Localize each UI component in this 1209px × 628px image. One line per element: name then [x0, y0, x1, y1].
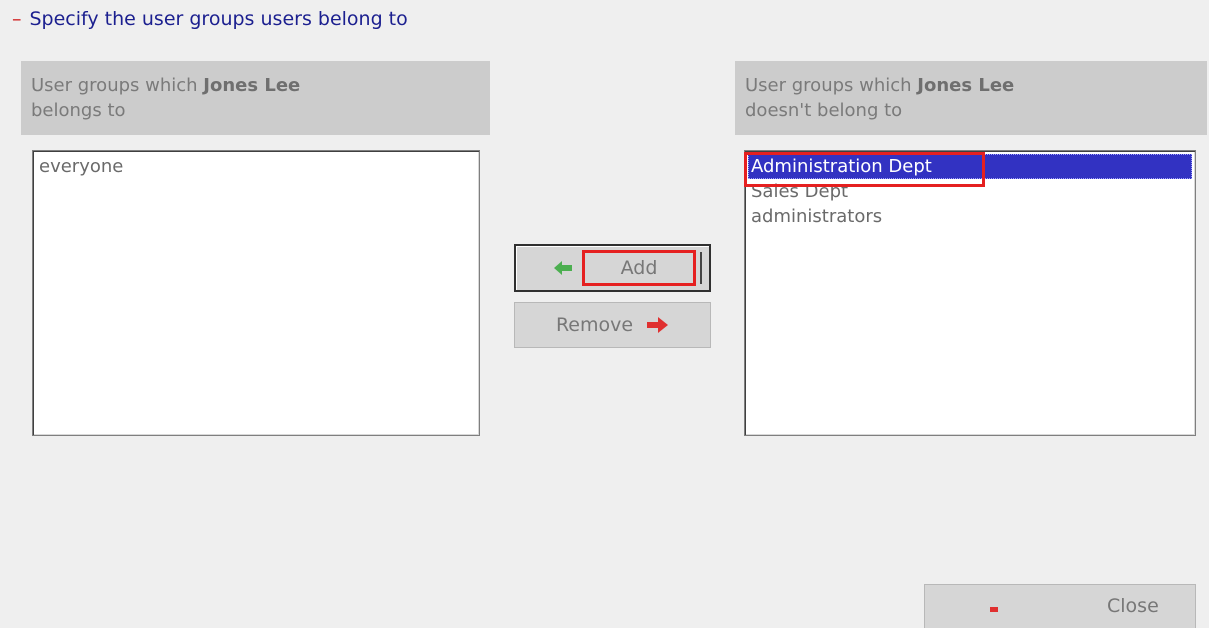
add-button[interactable]: Add	[514, 244, 711, 292]
nonmember-groups-header: User groups which Jones Lee doesn't belo…	[735, 61, 1207, 135]
section-title-text: Specify the user groups users belong to	[29, 8, 408, 30]
member-groups-header-suffix: belongs to	[31, 100, 126, 121]
nonmember-groups-listbox[interactable]: Administration Dept Sales Dept administr…	[744, 150, 1196, 436]
list-item-selected[interactable]: Administration Dept	[748, 154, 1192, 179]
list-item[interactable]: everyone	[36, 154, 476, 179]
section-title[interactable]: – Specify the user groups users belong to	[12, 8, 408, 30]
member-groups-header-prefix: User groups which	[31, 75, 204, 96]
remove-button[interactable]: Remove	[514, 302, 711, 348]
close-button-label: Close	[1107, 595, 1159, 617]
minus-icon	[990, 607, 998, 612]
nonmember-groups-header-suffix: doesn't belong to	[745, 100, 903, 121]
add-button-divider	[700, 252, 702, 284]
list-item[interactable]: Sales Dept	[748, 179, 1192, 204]
list-item[interactable]: administrators	[748, 204, 1192, 229]
add-button-label: Add	[620, 257, 658, 279]
member-groups-listbox[interactable]: everyone	[32, 150, 480, 436]
member-groups-header: User groups which Jones Lee belongs to	[21, 61, 490, 135]
remove-button-label: Remove	[555, 314, 634, 336]
nonmember-groups-user-name: Jones Lee	[917, 75, 1015, 96]
arrow-left-icon	[554, 261, 572, 275]
user-group-page: – Specify the user groups users belong to…	[0, 0, 1209, 628]
add-label-highlight: Add	[582, 250, 696, 286]
collapse-icon[interactable]: –	[12, 8, 22, 30]
nonmember-groups-header-prefix: User groups which	[745, 75, 918, 96]
close-button[interactable]: Close	[924, 584, 1196, 628]
arrow-right-icon	[647, 317, 669, 333]
member-groups-user-name: Jones Lee	[203, 75, 301, 96]
